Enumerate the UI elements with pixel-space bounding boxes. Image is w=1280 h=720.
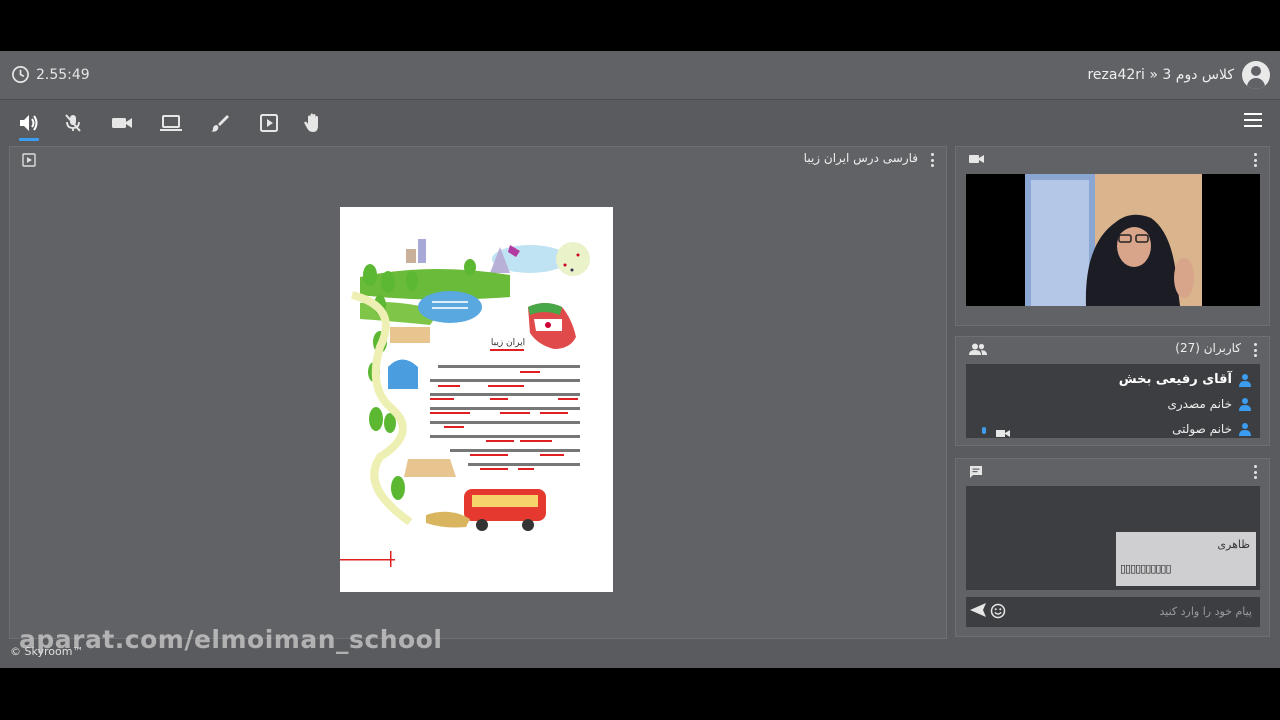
skyroom-app: 2.55:49 reza42ri » کلاس دوم 3 فارسی درس … xyxy=(0,51,1280,668)
users-title: کاربران (27) xyxy=(1175,341,1241,355)
copyright: © Skyroom™ xyxy=(10,645,84,658)
user-area[interactable]: reza42ri » کلاس دوم 3 xyxy=(1087,61,1270,89)
message-text: ▯▯▯▯▯▯▯▯▯▯ xyxy=(1120,562,1172,575)
chat-placeholder: پیام خود را وارد کنید xyxy=(1159,605,1252,618)
video-panel xyxy=(955,146,1270,326)
users-panel: کاربران (27) آقای رفیعی بخش خانم مصدری خ… xyxy=(955,336,1270,446)
user-row[interactable]: آقای رفیعی بخش xyxy=(1119,372,1252,387)
screen-share-button[interactable] xyxy=(158,110,184,136)
user-name: آقای رفیعی بخش xyxy=(1118,372,1232,387)
user-icon xyxy=(1239,373,1251,387)
camera-button[interactable] xyxy=(109,110,135,136)
clock-icon xyxy=(12,66,29,83)
user-list: آقای رفیعی بخش خانم مصدری خانم صولتی xyxy=(966,364,1260,438)
whiteboard-button[interactable] xyxy=(207,110,233,136)
raise-hand-button[interactable] xyxy=(300,110,326,136)
page-heading: ایران زیبا xyxy=(491,338,525,348)
presentation-button[interactable] xyxy=(256,110,282,136)
hamburger-menu-icon xyxy=(1244,113,1262,127)
user-icon xyxy=(1239,398,1251,411)
send-icon[interactable] xyxy=(970,603,986,617)
users-group-icon xyxy=(969,343,987,355)
session-timer: 2.55:49 xyxy=(11,65,90,84)
present-icon xyxy=(260,114,278,132)
chat-options-icon[interactable] xyxy=(1253,465,1257,479)
user-name: خانم صولتی xyxy=(1172,422,1232,436)
chat-messages: ظاهری ▯▯▯▯▯▯▯▯▯▯ xyxy=(966,486,1260,590)
user-icon xyxy=(1239,423,1251,436)
emoji-icon[interactable] xyxy=(990,603,1006,619)
chat-icon xyxy=(970,466,982,478)
video-camera-icon xyxy=(969,155,984,163)
presentation-board: فارسی درس ایران زیبا ایران زیبا xyxy=(9,146,947,639)
textbook-illustration: ایران زیبا xyxy=(340,239,590,567)
video-options-icon[interactable] xyxy=(1253,153,1257,167)
speaker-icon xyxy=(20,115,38,131)
raise-hand-icon xyxy=(304,113,318,132)
screen-share-icon xyxy=(160,115,182,131)
brush-icon xyxy=(211,115,229,132)
users-options-icon[interactable] xyxy=(1253,343,1257,357)
user-mic-icon xyxy=(982,427,986,434)
user-name: خانم مصدری xyxy=(1167,397,1232,411)
toolbar xyxy=(0,100,1280,146)
main-menu-button[interactable] xyxy=(1244,112,1262,131)
top-bar: 2.55:49 reza42ri » کلاس دوم 3 xyxy=(0,51,1280,100)
teacher-video-feed xyxy=(966,174,1260,306)
message-sender: ظاهری xyxy=(1217,538,1250,551)
slideshow-icon[interactable] xyxy=(22,153,36,167)
chat-input[interactable]: پیام خود را وارد کنید xyxy=(966,597,1260,627)
teacher-video[interactable] xyxy=(966,174,1260,306)
user-row[interactable]: خانم صولتی xyxy=(1172,422,1252,436)
timer-text: 2.55:49 xyxy=(36,66,90,83)
user-camera-icon xyxy=(996,430,1010,437)
camera-icon xyxy=(112,118,132,128)
chat-message: ظاهری ▯▯▯▯▯▯▯▯▯▯ xyxy=(1116,532,1256,586)
board-title: فارسی درس ایران زیبا xyxy=(803,151,918,165)
account-avatar-icon[interactable] xyxy=(1242,61,1270,89)
speaker-button[interactable] xyxy=(16,110,42,141)
user-row[interactable]: خانم مصدری xyxy=(1167,397,1252,411)
breadcrumb: reza42ri » کلاس دوم 3 xyxy=(1087,67,1234,83)
chat-panel: ظاهری ▯▯▯▯▯▯▯▯▯▯ پیام خود را وارد کنید xyxy=(955,458,1270,637)
microphone-button[interactable] xyxy=(60,110,86,136)
mic-off-icon xyxy=(65,114,81,132)
board-options-icon[interactable] xyxy=(930,153,934,167)
textbook-page: ایران زیبا xyxy=(340,207,613,592)
